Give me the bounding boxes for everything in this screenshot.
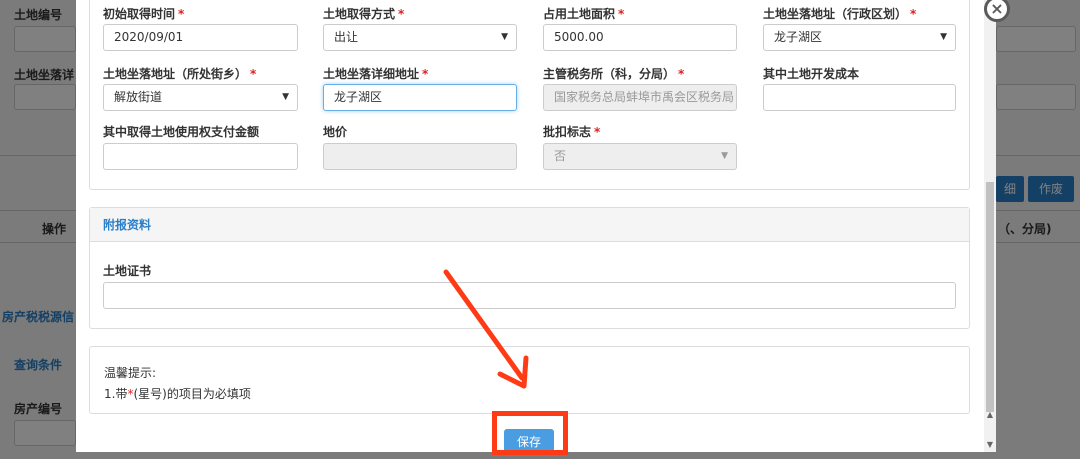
annotation-overlay <box>443 269 529 389</box>
annotation-arrow-shaft <box>443 269 525 381</box>
annotation-highlight-box <box>492 411 568 455</box>
